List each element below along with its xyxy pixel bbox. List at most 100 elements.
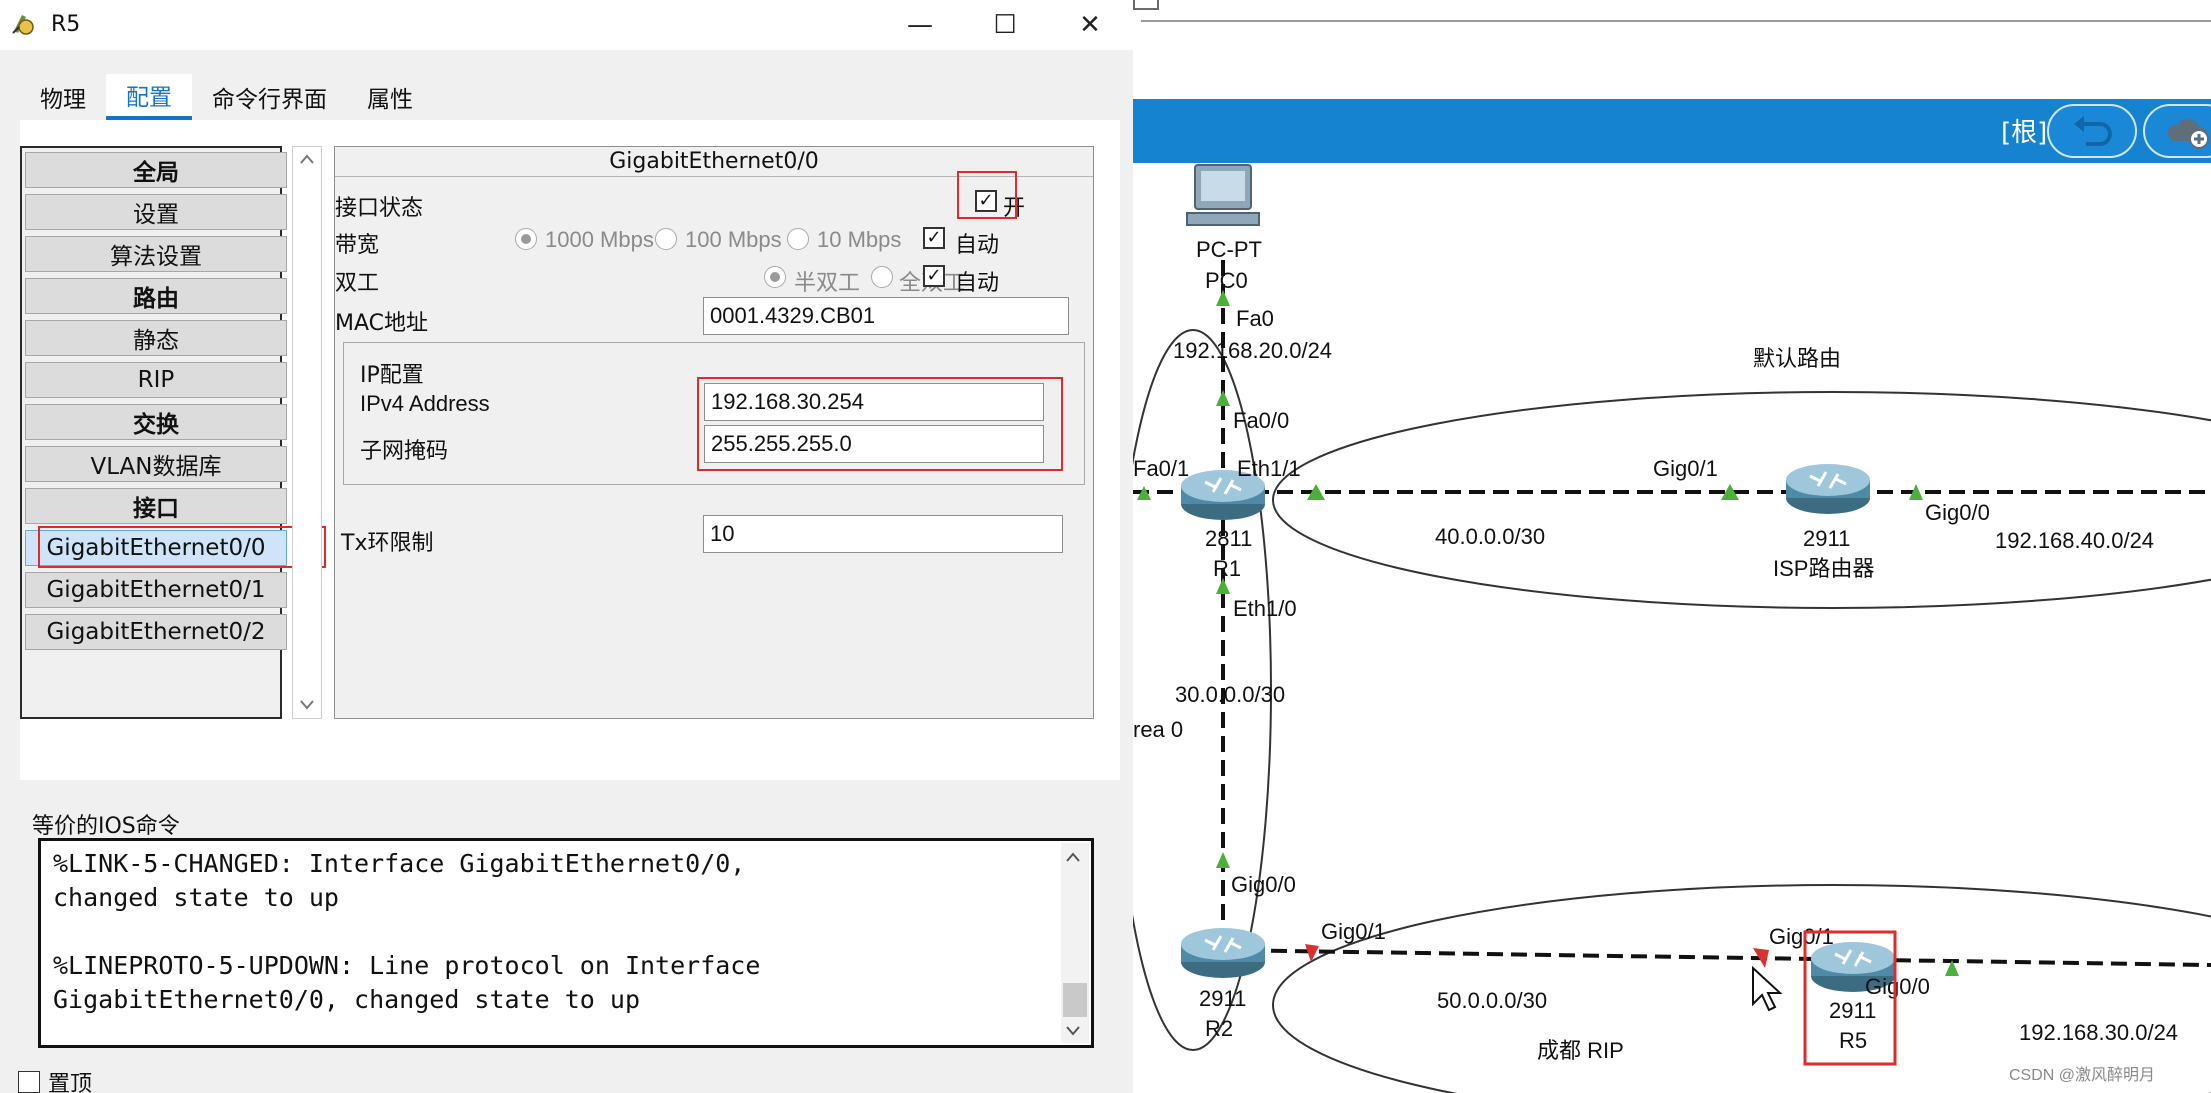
r2-name-label: R2 <box>1205 1016 1233 1041</box>
net-pc-label: 192.168.20.0/24 <box>1173 338 1332 363</box>
tree-item-interface[interactable]: 接口 <box>25 488 287 524</box>
r1-name-label: R1 <box>1213 556 1241 581</box>
duplex-half-radio[interactable] <box>764 266 786 288</box>
mac-address-label: MAC地址 <box>335 311 429 336</box>
link-up-indicator <box>1216 852 1230 868</box>
scroll-up-icon <box>1066 852 1080 862</box>
bandwidth-10-radio[interactable] <box>787 228 809 250</box>
bandwidth-10-label: 10 Mbps <box>817 227 902 252</box>
net-r5-label: 192.168.30.0/24 <box>2019 1020 2178 1045</box>
tab-attributes[interactable]: 属性 <box>347 74 433 120</box>
ios-scroll-thumb[interactable] <box>1063 983 1087 1017</box>
r1-model-label: 2811 <box>1205 526 1252 551</box>
duplex-auto-checkbox[interactable]: ✓ <box>923 265 945 287</box>
isp-model-label: 2911 <box>1803 526 1850 551</box>
tx-ring-limit-field[interactable]: 10 <box>703 515 1063 553</box>
window-title: R5 <box>51 12 81 37</box>
r1-eth10-label: Eth1/0 <box>1233 596 1297 621</box>
ip-config-highlight <box>697 377 1063 471</box>
ios-command-text: %LINK-5-CHANGED: Interface GigabitEthern… <box>53 849 761 1014</box>
link-r2-r5 <box>1222 948 2211 967</box>
minimize-button[interactable]: — <box>890 0 950 50</box>
r2-gig00-label: Gig0/0 <box>1231 872 1296 897</box>
title-bar[interactable]: R5 — ☐ ✕ <box>0 0 1133 50</box>
subnet-mask-label: 子网掩码 <box>360 439 449 464</box>
duplex-full-radio[interactable] <box>871 266 893 288</box>
watermark: CSDN @激风醉明月 <box>2009 1066 2155 1084</box>
pc-name-label: PC0 <box>1205 268 1248 293</box>
tab-cli[interactable]: 命令行界面 <box>192 74 347 120</box>
r1-fa00-label: Fa0/0 <box>1233 408 1289 433</box>
bandwidth-100-radio[interactable] <box>655 228 677 250</box>
pc-icon <box>1186 164 1260 226</box>
isp-gig01-label: Gig0/1 <box>1653 456 1718 481</box>
always-on-top-checkbox[interactable] <box>18 1071 40 1093</box>
tree-item-static[interactable]: 静态 <box>25 320 287 356</box>
ios-command-output[interactable]: %LINK-5-CHANGED: Interface GigabitEthern… <box>38 838 1094 1048</box>
net-isp-label: 192.168.40.0/24 <box>1995 528 2154 553</box>
maximize-button[interactable]: ☐ <box>975 0 1035 50</box>
always-on-top-option[interactable]: 置顶 <box>18 1066 92 1093</box>
r2-model-label: 2911 <box>1199 986 1246 1011</box>
duplex-half-label: 半双工 <box>794 270 861 295</box>
selected-interface-highlight <box>38 526 326 568</box>
tx-ring-limit-label: Tx环限制 <box>341 531 434 556</box>
dialog-client-area: 物理 配置 命令行界面 属性 全局 设置 算法设置 路由 静态 RIP 交换 V… <box>0 50 1133 1093</box>
mac-address-field[interactable]: 0001.4329.CB01 <box>703 297 1069 335</box>
tree-item-vlan-database[interactable]: VLAN数据库 <box>25 446 287 482</box>
tree-item-switching[interactable]: 交换 <box>25 404 287 440</box>
tab-config[interactable]: 配置 <box>106 74 192 120</box>
router-r2-icon <box>1179 926 1267 980</box>
bandwidth-100-label: 100 Mbps <box>685 227 782 252</box>
router-isp-icon <box>1784 462 1872 516</box>
pc-port-label: Fa0 <box>1236 306 1274 331</box>
tree-item-gig02[interactable]: GigabitEthernet0/2 <box>25 614 287 650</box>
always-on-top-label: 置顶 <box>48 1072 93 1093</box>
bandwidth-auto-checkbox[interactable]: ✓ <box>923 227 945 249</box>
r1-eth11-label: Eth1/1 <box>1237 456 1301 481</box>
close-button[interactable]: ✕ <box>1060 0 1120 50</box>
bandwidth-auto-label: 自动 <box>955 233 1000 258</box>
interface-config-panel: GigabitEthernet0/0 接口状态 ✓ 开 带宽 1000 Mbps… <box>334 146 1094 719</box>
r5-gig00-label: Gig0/0 <box>1865 974 1930 999</box>
bandwidth-1000-radio[interactable] <box>515 228 537 250</box>
tree-item-gig01[interactable]: GigabitEthernet0/1 <box>25 572 287 608</box>
bandwidth-1000-label: 1000 Mbps <box>545 227 654 252</box>
packet-tracer-router-icon <box>12 15 34 35</box>
r1-fa01-label: Fa0/1 <box>1133 456 1189 481</box>
area-label: rea 0 <box>1133 717 1183 742</box>
default-route-area <box>1272 391 2211 609</box>
topology-diagram: PC-PT PC0 Fa0 192.168.20.0/24 默认路由 Fa0/0… <box>1133 164 2211 1093</box>
tree-item-global[interactable]: 全局 <box>25 152 287 188</box>
default-route-label: 默认路由 <box>1753 346 1841 371</box>
ios-commands-label: 等价的IOS命令 <box>32 814 180 839</box>
ipv4-address-label: IPv4 Address <box>360 391 490 416</box>
tree-item-settings[interactable]: 设置 <box>25 194 287 230</box>
mouse-cursor-icon <box>1752 965 1783 1012</box>
tab-physical[interactable]: 物理 <box>20 74 106 120</box>
scroll-up-icon <box>300 154 314 164</box>
port-status-label: 接口状态 <box>335 196 424 221</box>
network-canvas[interactable]: [根] PC-PT PC0 Fa0 192.168.20.0/24 默认路由 F… <box>1133 0 2211 1093</box>
ios-scrollbar[interactable] <box>1061 843 1089 1043</box>
tree-item-rip[interactable]: RIP <box>25 362 287 398</box>
r2-gig01-label: Gig0/1 <box>1321 919 1386 944</box>
isp-gig00-label: Gig0/0 <box>1925 500 1990 525</box>
tree-item-algorithm-settings[interactable]: 算法设置 <box>25 236 287 272</box>
tree-scrollbar[interactable] <box>292 146 322 719</box>
duplex-label: 双工 <box>335 271 380 296</box>
r5-gig01-label: Gig0/1 <box>1769 924 1834 949</box>
ip-config-label: IP配置 <box>360 363 424 388</box>
duplex-auto-label: 自动 <box>955 271 1000 296</box>
tab-bar: 物理 配置 命令行界面 属性 <box>20 74 433 120</box>
net-r1-r2-label: 30.0.0.0/30 <box>1175 682 1285 707</box>
tree-item-routing[interactable]: 路由 <box>25 278 287 314</box>
bandwidth-label: 带宽 <box>335 233 380 258</box>
r5-model-label: 2911 <box>1829 998 1876 1023</box>
isp-name-label: ISP路由器 <box>1773 556 1874 581</box>
pc-model-label: PC-PT <box>1196 237 1262 262</box>
r5-name-label: R5 <box>1839 1028 1867 1053</box>
settings-tree: 全局 设置 算法设置 路由 静态 RIP 交换 VLAN数据库 接口 Gigab… <box>20 146 287 719</box>
router-config-window: R5 — ☐ ✕ 物理 配置 命令行界面 属性 全局 设置 算法设置 路由 静态… <box>0 0 1133 1093</box>
rip-area-ellipse <box>1272 884 2211 1093</box>
